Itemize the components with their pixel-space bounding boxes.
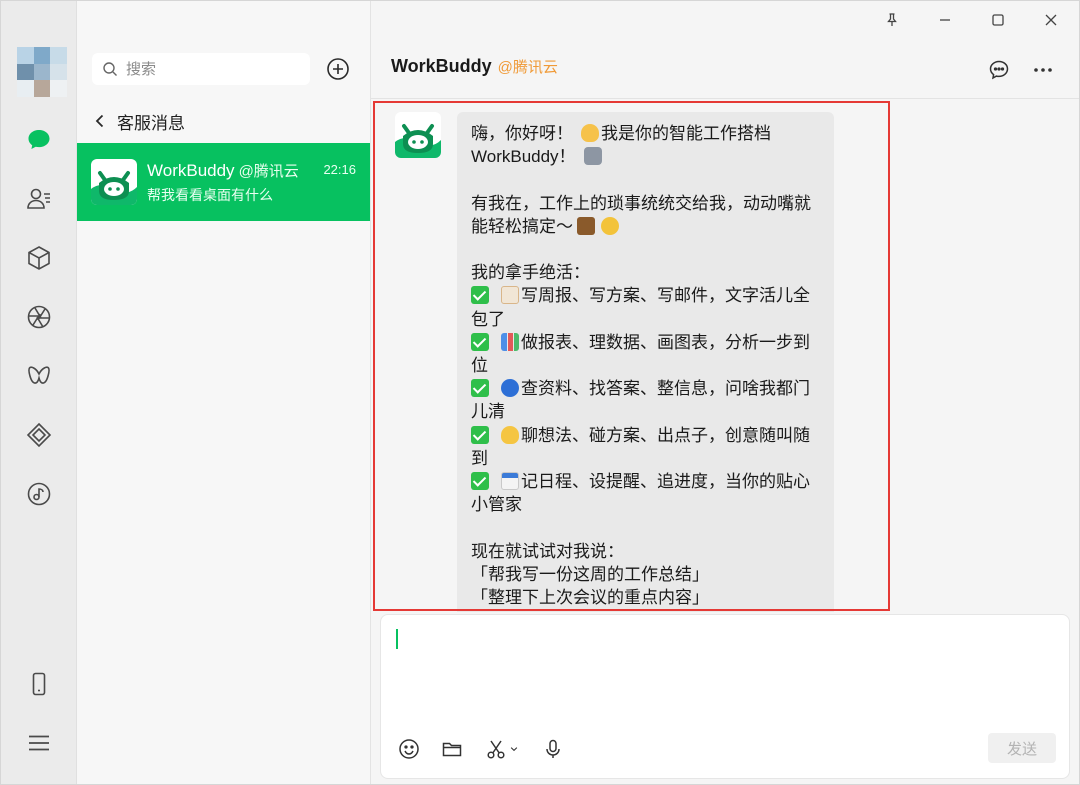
search-input[interactable] (126, 60, 296, 78)
conversation-name: WorkBuddy @腾讯云 (147, 161, 299, 180)
conversation-item-workbuddy[interactable]: WorkBuddy @腾讯云 22:16 帮我看看桌面有什么 (77, 143, 370, 221)
skill-line: 查资料、找答案、整信息，问啥我都门 (471, 377, 820, 400)
checkbox-icon (471, 472, 489, 491)
conversation-preview: 帮我看看桌面有什么 (147, 187, 273, 203)
chevron-down-icon[interactable] (507, 737, 521, 761)
checkbox-icon (471, 379, 489, 398)
add-button[interactable] (326, 57, 350, 81)
text-cursor (396, 629, 398, 649)
checkbox-icon (471, 286, 489, 305)
emoji-icon[interactable] (397, 737, 421, 761)
briefcase-icon (577, 216, 595, 235)
title-bar (1, 1, 1079, 39)
message-line: 现在就试试对我说： (471, 541, 624, 561)
maximize-icon[interactable] (972, 1, 1024, 39)
back-button[interactable]: 客服消息 (91, 107, 185, 135)
butterfly-icon[interactable] (19, 356, 59, 396)
close-icon[interactable] (1025, 1, 1077, 39)
send-button[interactable]: 发送 (988, 733, 1056, 763)
skill-line: 写周报、写方案、写邮件，文字活儿全 (471, 284, 820, 307)
chat-area: WorkBuddy @腾讯云 嗨，你好呀！ 我是你的智能工作搭档 WorkBud… (371, 1, 1079, 784)
user-avatar[interactable] (17, 47, 67, 97)
minimize-icon[interactable] (919, 1, 971, 39)
light-bulb-icon (501, 425, 519, 444)
bot-avatar[interactable] (395, 112, 441, 158)
wave-hand-icon (581, 124, 599, 142)
skill-line: 小管家 (471, 495, 522, 515)
checkbox-icon (471, 332, 489, 351)
pin-icon[interactable] (866, 1, 918, 39)
music-icon[interactable] (19, 474, 59, 514)
search-icon (103, 62, 117, 76)
scissors-icon[interactable] (484, 737, 508, 761)
contacts-icon[interactable] (19, 179, 59, 219)
conversation-time: 22:16 (323, 162, 356, 177)
calendar-icon (501, 472, 519, 491)
add-icon (327, 58, 349, 80)
cube-icon[interactable] (19, 238, 59, 278)
skill-line: 到 (471, 448, 488, 468)
chat-info-icon[interactable] (986, 57, 1012, 83)
aperture-icon[interactable] (19, 297, 59, 337)
chat-title: WorkBuddy @腾讯云 (391, 56, 558, 76)
magnifier-icon (501, 379, 519, 398)
folder-icon[interactable] (440, 737, 464, 761)
message-composer[interactable]: 发送 (380, 614, 1070, 779)
app-window: 客服消息 WorkBuddy@腾讯云 22:16 帮我看看桌面有什么 WorkB… (0, 0, 1080, 785)
workbuddy-avatar (91, 159, 137, 205)
mic-icon[interactable] (541, 737, 565, 761)
message-line: 有我在，工作上的琐事统统交给我，动动嘴就 (471, 193, 811, 213)
message-line: 能轻松搞定～ (471, 215, 820, 238)
back-label: 客服消息 (117, 113, 185, 133)
message-line: 我的拿手绝活： (471, 263, 590, 283)
checkbox-icon (471, 425, 489, 444)
message-line: 「帮我写一份这周的工作总结」 (471, 564, 709, 584)
skill-line: 做报表、理数据、画图表，分析一步到 (471, 331, 820, 354)
conversation-org: @腾讯云 (238, 163, 299, 180)
skill-line: 包了 (471, 309, 505, 329)
message-list[interactable]: 嗨，你好呀！ 我是你的智能工作搭档 WorkBuddy！ 有我在，工作上的琐事统统… (371, 100, 1079, 612)
sparkles-icon (601, 216, 619, 235)
chevron-left-icon (95, 114, 104, 128)
skill-line: 儿清 (471, 402, 505, 422)
search-box[interactable] (92, 53, 310, 85)
skill-line: 位 (471, 356, 488, 375)
nav-rail (1, 1, 77, 784)
chat-title-org: @腾讯云 (497, 59, 558, 76)
diamond-icon[interactable] (19, 415, 59, 455)
menu-icon[interactable] (19, 723, 59, 763)
message-bubble[interactable]: 嗨，你好呀！ 我是你的智能工作搭档 WorkBuddy！ 有我在，工作上的琐事统统… (457, 112, 834, 612)
skill-line: 聊想法、碰方案、出点子，创意随叫随 (471, 424, 820, 447)
more-icon[interactable] (1030, 57, 1056, 83)
memo-icon (501, 286, 519, 305)
message-line: 「整理下上次会议的重点内容」 (471, 588, 709, 608)
bar-chart-icon (501, 332, 519, 351)
message-line: WorkBuddy！ (471, 145, 820, 168)
conversation-panel: 客服消息 WorkBuddy@腾讯云 22:16 帮我看看桌面有什么 (77, 1, 371, 784)
phone-icon[interactable] (19, 664, 59, 704)
chat-icon[interactable] (19, 120, 59, 160)
skill-line: 记日程、设提醒、追进度，当你的贴心 (471, 470, 820, 493)
robot-icon (583, 147, 602, 166)
chat-header: WorkBuddy @腾讯云 (371, 39, 1079, 99)
message-line: 嗨，你好呀！ 我是你的智能工作搭档 (471, 124, 771, 143)
